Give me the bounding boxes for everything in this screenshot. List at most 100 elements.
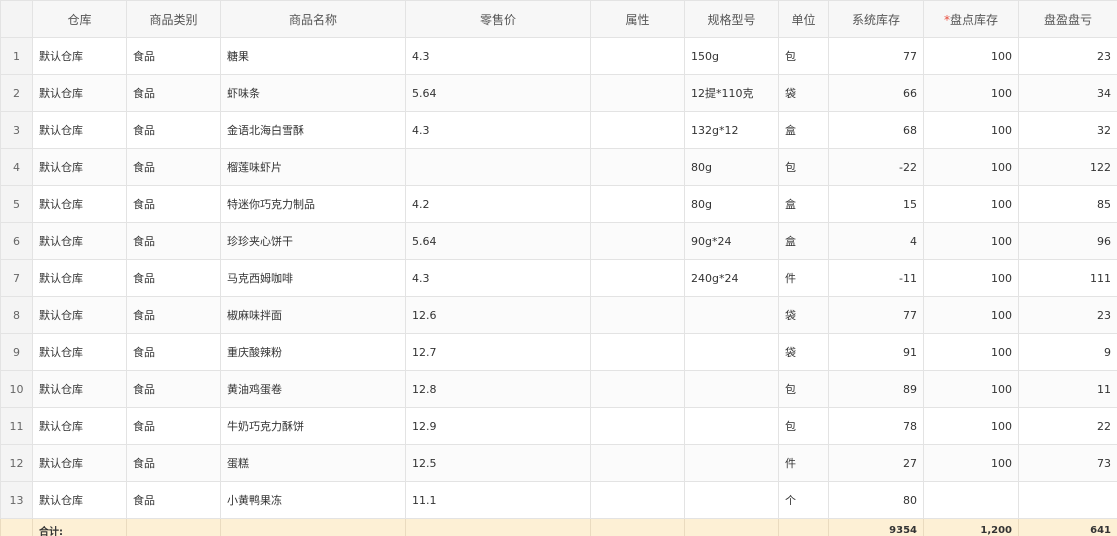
category-cell[interactable]: 食品: [126, 481, 221, 519]
price-cell[interactable]: 4.3: [405, 259, 591, 297]
table-row[interactable]: 12 默认仓库 食品 蛋糕 12.5 件 27 100 73: [0, 444, 1117, 482]
attribute-cell[interactable]: [590, 333, 685, 371]
spec-cell[interactable]: [684, 333, 779, 371]
unit-cell[interactable]: 盒: [778, 222, 829, 260]
header-name[interactable]: 商品名称: [220, 0, 406, 38]
table-row[interactable]: 3 默认仓库 食品 金语北海白雪酥 4.3 132g*12 盒 68 100 32: [0, 111, 1117, 149]
spec-cell[interactable]: [684, 407, 779, 445]
table-row[interactable]: 13 默认仓库 食品 小黄鸭果冻 11.1 个 80: [0, 481, 1117, 519]
warehouse-cell[interactable]: 默认仓库: [32, 370, 127, 408]
warehouse-cell[interactable]: 默认仓库: [32, 185, 127, 223]
count-stock-cell[interactable]: 100: [923, 37, 1019, 75]
warehouse-cell[interactable]: 默认仓库: [32, 407, 127, 445]
unit-cell[interactable]: 盒: [778, 185, 829, 223]
count-stock-cell[interactable]: 100: [923, 74, 1019, 112]
attribute-cell[interactable]: [590, 444, 685, 482]
category-cell[interactable]: 食品: [126, 333, 221, 371]
attribute-cell[interactable]: [590, 37, 685, 75]
table-row[interactable]: 6 默认仓库 食品 珍珍夹心饼干 5.64 90g*24 盒 4 100 96: [0, 222, 1117, 260]
category-cell[interactable]: 食品: [126, 444, 221, 482]
price-cell[interactable]: 5.64: [405, 222, 591, 260]
attribute-cell[interactable]: [590, 259, 685, 297]
table-row[interactable]: 1 默认仓库 食品 糖果 4.3 150g 包 77 100 23: [0, 37, 1117, 75]
category-cell[interactable]: 食品: [126, 407, 221, 445]
product-name-cell[interactable]: 金语北海白雪酥: [220, 111, 406, 149]
table-row[interactable]: 4 默认仓库 食品 榴莲味虾片 80g 包 -22 100 122: [0, 148, 1117, 186]
price-cell[interactable]: 12.7: [405, 333, 591, 371]
count-stock-cell[interactable]: 100: [923, 296, 1019, 334]
table-row[interactable]: 8 默认仓库 食品 椒麻味拌面 12.6 袋 77 100 23: [0, 296, 1117, 334]
header-diff[interactable]: 盘盈盘亏: [1018, 0, 1117, 38]
price-cell[interactable]: 12.9: [405, 407, 591, 445]
price-cell[interactable]: 5.64: [405, 74, 591, 112]
spec-cell[interactable]: 132g*12: [684, 111, 779, 149]
unit-cell[interactable]: 袋: [778, 296, 829, 334]
category-cell[interactable]: 食品: [126, 222, 221, 260]
attribute-cell[interactable]: [590, 481, 685, 519]
unit-cell[interactable]: 包: [778, 407, 829, 445]
header-count-stock[interactable]: *盘点库存: [923, 0, 1019, 38]
table-row[interactable]: 10 默认仓库 食品 黄油鸡蛋卷 12.8 包 89 100 11: [0, 370, 1117, 408]
spec-cell[interactable]: 80g: [684, 185, 779, 223]
warehouse-cell[interactable]: 默认仓库: [32, 481, 127, 519]
spec-cell[interactable]: 150g: [684, 37, 779, 75]
unit-cell[interactable]: 袋: [778, 333, 829, 371]
attribute-cell[interactable]: [590, 74, 685, 112]
category-cell[interactable]: 食品: [126, 370, 221, 408]
header-spec[interactable]: 规格型号: [684, 0, 779, 38]
attribute-cell[interactable]: [590, 296, 685, 334]
product-name-cell[interactable]: 榴莲味虾片: [220, 148, 406, 186]
attribute-cell[interactable]: [590, 370, 685, 408]
count-stock-cell[interactable]: 100: [923, 148, 1019, 186]
spec-cell[interactable]: [684, 444, 779, 482]
category-cell[interactable]: 食品: [126, 185, 221, 223]
header-unit[interactable]: 单位: [778, 0, 829, 38]
attribute-cell[interactable]: [590, 148, 685, 186]
category-cell[interactable]: 食品: [126, 37, 221, 75]
price-cell[interactable]: 4.3: [405, 111, 591, 149]
unit-cell[interactable]: 包: [778, 37, 829, 75]
table-row[interactable]: 7 默认仓库 食品 马克西姆咖啡 4.3 240g*24 件 -11 100 111: [0, 259, 1117, 297]
price-cell[interactable]: [405, 148, 591, 186]
product-name-cell[interactable]: 蛋糕: [220, 444, 406, 482]
product-name-cell[interactable]: 黄油鸡蛋卷: [220, 370, 406, 408]
category-cell[interactable]: 食品: [126, 259, 221, 297]
unit-cell[interactable]: 件: [778, 259, 829, 297]
product-name-cell[interactable]: 虾味条: [220, 74, 406, 112]
warehouse-cell[interactable]: 默认仓库: [32, 222, 127, 260]
category-cell[interactable]: 食品: [126, 148, 221, 186]
category-cell[interactable]: 食品: [126, 296, 221, 334]
header-warehouse[interactable]: 仓库: [32, 0, 127, 38]
unit-cell[interactable]: 盒: [778, 111, 829, 149]
unit-cell[interactable]: 包: [778, 148, 829, 186]
warehouse-cell[interactable]: 默认仓库: [32, 37, 127, 75]
category-cell[interactable]: 食品: [126, 74, 221, 112]
spec-cell[interactable]: 12提*110克: [684, 74, 779, 112]
product-name-cell[interactable]: 重庆酸辣粉: [220, 333, 406, 371]
attribute-cell[interactable]: [590, 407, 685, 445]
count-stock-cell[interactable]: 100: [923, 407, 1019, 445]
price-cell[interactable]: 12.5: [405, 444, 591, 482]
warehouse-cell[interactable]: 默认仓库: [32, 74, 127, 112]
spec-cell[interactable]: [684, 370, 779, 408]
spec-cell[interactable]: [684, 296, 779, 334]
spec-cell[interactable]: 240g*24: [684, 259, 779, 297]
count-stock-cell[interactable]: 100: [923, 333, 1019, 371]
price-cell[interactable]: 11.1: [405, 481, 591, 519]
unit-cell[interactable]: 件: [778, 444, 829, 482]
product-name-cell[interactable]: 马克西姆咖啡: [220, 259, 406, 297]
table-row[interactable]: 2 默认仓库 食品 虾味条 5.64 12提*110克袋 66 100 34: [0, 74, 1117, 112]
attribute-cell[interactable]: [590, 185, 685, 223]
spec-cell[interactable]: 80g: [684, 148, 779, 186]
warehouse-cell[interactable]: 默认仓库: [32, 444, 127, 482]
price-cell[interactable]: 4.3: [405, 37, 591, 75]
count-stock-cell[interactable]: [923, 481, 1019, 519]
count-stock-cell[interactable]: 100: [923, 111, 1019, 149]
count-stock-cell[interactable]: 100: [923, 222, 1019, 260]
price-cell[interactable]: 4.2: [405, 185, 591, 223]
header-attribute[interactable]: 属性: [590, 0, 685, 38]
attribute-cell[interactable]: [590, 222, 685, 260]
table-row[interactable]: 5 默认仓库 食品 特迷你巧克力制品 4.2 80g 盒 15 100 85: [0, 185, 1117, 223]
unit-cell[interactable]: 个: [778, 481, 829, 519]
product-name-cell[interactable]: 牛奶巧克力酥饼: [220, 407, 406, 445]
